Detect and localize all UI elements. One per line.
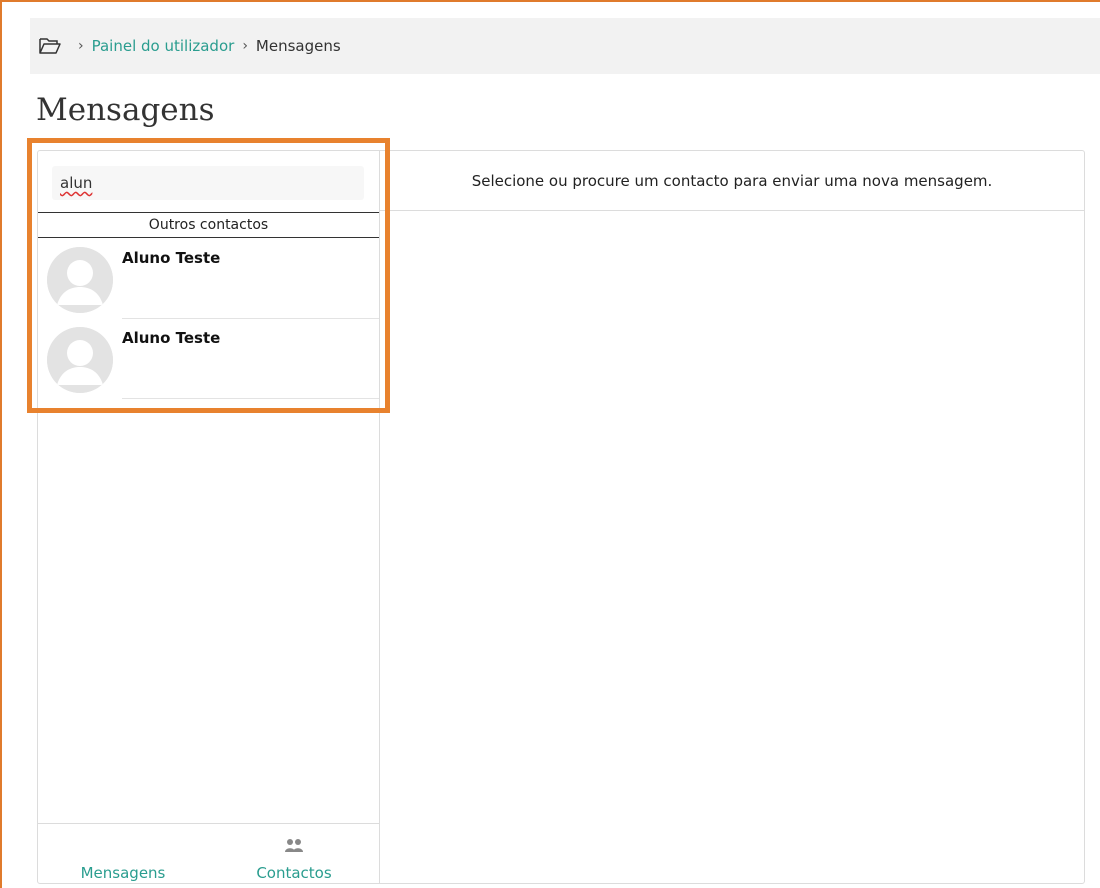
page-title: Mensagens [36,92,215,128]
panel-footer-tabs: Mensagens Contactos [38,823,379,883]
section-header-other-contacts: Outros contactos [38,212,379,238]
breadcrumb-current: Mensagens [255,37,341,55]
default-user-avatar-icon [47,327,113,393]
breadcrumb-separator: › [242,38,248,54]
default-user-avatar-icon [47,247,113,313]
breadcrumb-link-dashboard[interactable]: Painel do utilizador [92,37,235,55]
search-input-value: alun [60,174,93,192]
tab-messages[interactable]: Mensagens [38,824,208,884]
contact-item[interactable]: Aluno Teste [38,239,379,319]
breadcrumb-separator: › [78,38,84,54]
contact-item[interactable]: Aluno Teste [38,319,379,399]
tab-contacts-label: Contactos [256,864,332,882]
search-input[interactable]: alun [52,166,364,200]
messaging-area: alun Outros contactos Aluno Teste Aluno … [37,150,1085,884]
contact-name: Aluno Teste [122,329,221,347]
users-icon [284,836,304,856]
breadcrumb: › Painel do utilizador › Mensagens [30,18,1100,74]
folder-open-icon[interactable] [38,36,62,56]
contact-name: Aluno Teste [122,249,221,267]
conversation-panel: Selecione ou procure um contacto para en… [380,151,1084,883]
tab-messages-label: Mensagens [80,864,166,882]
contact-divider [122,398,379,399]
conversation-empty-message: Selecione ou procure um contacto para en… [380,151,1084,211]
tab-contacts[interactable]: Contactos [209,824,379,884]
contacts-panel: alun Outros contactos Aluno Teste Aluno … [38,151,380,883]
